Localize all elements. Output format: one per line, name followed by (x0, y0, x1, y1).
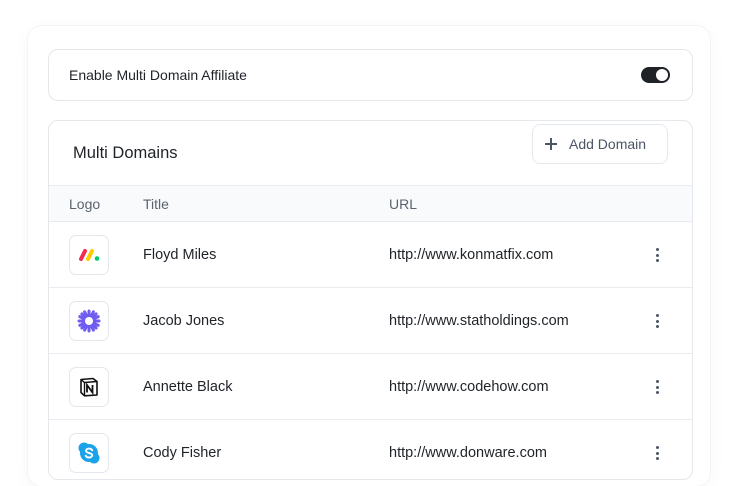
plus-icon (545, 138, 557, 150)
table-header: Logo Title URL (49, 185, 692, 222)
domain-url: http://www.konmatfix.com (389, 247, 554, 263)
multi-domain-toggle-card: Enable Multi Domain Affiliate (48, 49, 693, 101)
add-domain-label: Add Domain (569, 136, 647, 152)
notion-logo-icon (69, 367, 109, 407)
more-options-icon[interactable] (652, 312, 662, 330)
add-domain-button[interactable]: Add Domain (532, 124, 668, 164)
table-row: Cody Fisher http://www.donware.com (49, 420, 692, 479)
section-title: Multi Domains (73, 144, 178, 162)
domain-title: Annette Black (143, 379, 233, 395)
domain-title: Floyd Miles (143, 247, 217, 263)
column-header-logo: Logo (69, 196, 101, 212)
table-row: Jacob Jones http://www.statholdings.com (49, 288, 692, 354)
domain-url: http://www.codehow.com (389, 379, 549, 395)
domain-title: Jacob Jones (143, 313, 225, 329)
monday-logo-icon (69, 235, 109, 275)
domain-url: http://www.donware.com (389, 445, 547, 461)
toggle-label: Enable Multi Domain Affiliate (69, 67, 247, 83)
more-options-icon[interactable] (652, 246, 662, 264)
more-options-icon[interactable] (652, 444, 662, 462)
toggle-knob (656, 69, 668, 81)
multi-domains-card: Multi Domains Add Domain Logo Title URL … (48, 120, 693, 480)
skype-logo-icon (69, 433, 109, 473)
table-row: Floyd Miles http://www.konmatfix.com (49, 222, 692, 288)
table-row: Annette Black http://www.codehow.com (49, 354, 692, 420)
multi-domain-toggle[interactable] (641, 67, 670, 83)
column-header-url: URL (389, 196, 418, 212)
domain-url: http://www.statholdings.com (389, 313, 569, 329)
more-options-icon[interactable] (652, 378, 662, 396)
column-header-title: Title (143, 196, 169, 212)
zapier-logo-icon (69, 301, 109, 341)
domain-title: Cody Fisher (143, 445, 222, 461)
